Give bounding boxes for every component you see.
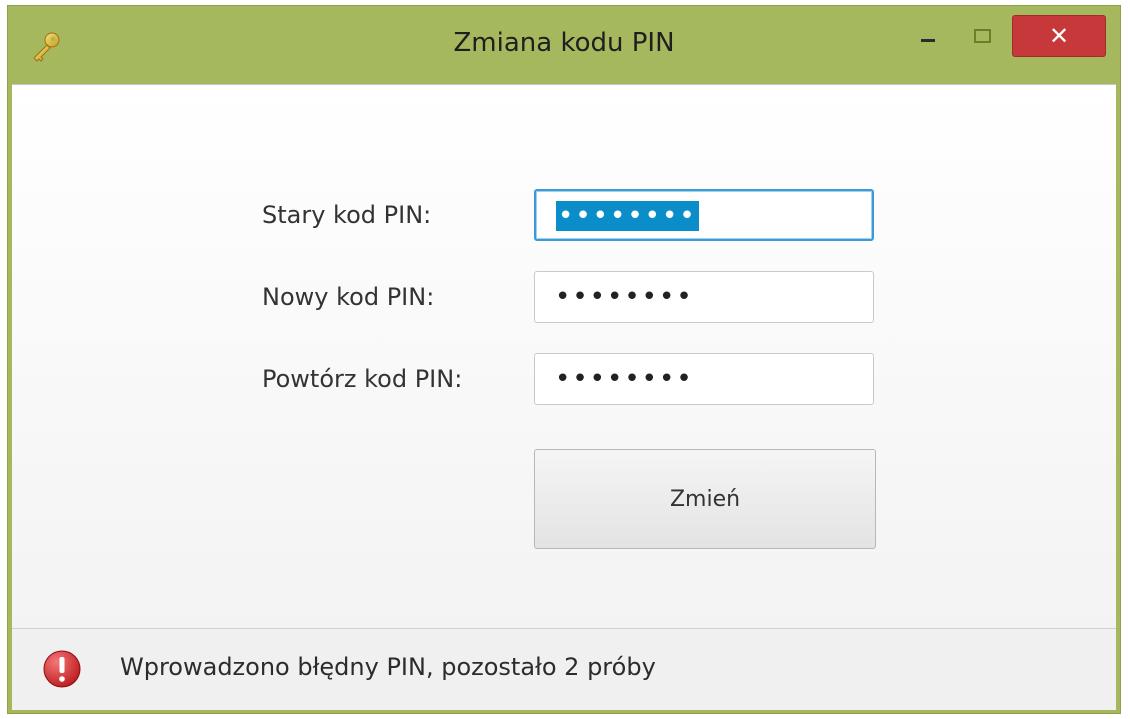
pin-change-window: Zmiana kodu PIN ✕ Stary kod PIN: •••••••… — [8, 6, 1120, 713]
form-area: Stary kod PIN: •••••••• Nowy kod PIN: ••… — [12, 84, 1116, 630]
repeat-pin-value: •••••••• — [555, 364, 694, 394]
new-pin-label: Nowy kod PIN: — [262, 283, 435, 311]
maximize-button[interactable] — [958, 18, 1006, 54]
repeat-pin-label: Powtórz kod PIN: — [262, 365, 463, 393]
error-icon — [43, 650, 81, 688]
status-message: Wprowadzono błędny PIN, pozostało 2 prób… — [120, 653, 656, 681]
old-pin-label: Stary kod PIN: — [262, 201, 432, 229]
repeat-pin-field[interactable]: •••••••• — [534, 353, 874, 405]
new-pin-value: •••••••• — [555, 282, 694, 312]
maximize-icon — [973, 29, 991, 43]
new-pin-field[interactable]: •••••••• — [534, 271, 874, 323]
close-button[interactable]: ✕ — [1013, 16, 1105, 56]
old-pin-value: •••••••• — [556, 201, 699, 231]
minimize-icon — [921, 38, 935, 42]
change-pin-button[interactable]: Zmień — [534, 449, 876, 549]
old-pin-field[interactable]: •••••••• — [534, 189, 874, 241]
window-title: Zmiana kodu PIN — [453, 28, 675, 58]
close-icon: ✕ — [1048, 22, 1070, 50]
status-bar: Wprowadzono błędny PIN, pozostało 2 prób… — [12, 628, 1116, 710]
title-bar[interactable]: Zmiana kodu PIN ✕ — [8, 6, 1120, 84]
minimize-button[interactable] — [904, 18, 952, 54]
